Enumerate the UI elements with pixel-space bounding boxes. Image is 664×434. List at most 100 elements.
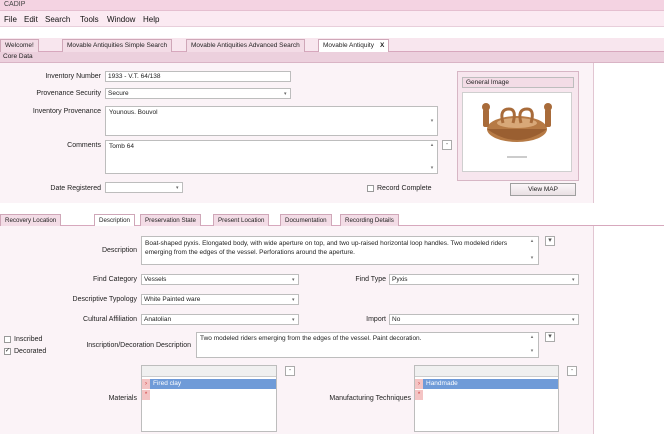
tab-label: Welcome! [5, 42, 34, 49]
close-icon[interactable]: X [380, 42, 384, 49]
description-field[interactable]: Boat-shaped pyxis. Elongated body, with … [141, 236, 539, 265]
tab-movable-antiquity[interactable]: Movable Antiquity X [318, 39, 390, 53]
minus-icon[interactable]: - [285, 366, 295, 376]
tab-present-location[interactable]: Present Location [213, 214, 270, 226]
inventory-number-field[interactable]: 1933 - V.T. 64/138 [105, 71, 291, 82]
menu-bar: File Edit Search Tools Window Help [0, 11, 664, 27]
view-map-button[interactable]: View MAP [510, 183, 576, 196]
list-item[interactable]: Fired clay [150, 379, 276, 389]
general-image-header: General Image [462, 77, 574, 88]
tab-label: Movable Antiquities Simple Search [67, 42, 168, 49]
provenance-security-select[interactable]: Secure [105, 88, 291, 99]
tab-label: Recovery Location [5, 217, 57, 224]
scroll-down-icon[interactable]: ▾ [528, 348, 536, 355]
manufacturing-techniques-label: Manufacturing Techniques [329, 395, 411, 402]
tab-simple-search[interactable]: Movable Antiquities Simple Search [62, 39, 173, 52]
date-registered-select[interactable] [105, 182, 183, 193]
find-type-select[interactable]: Pyxis [389, 274, 579, 285]
tab-label: Movable Antiquity [323, 42, 374, 49]
menu-file[interactable]: File [4, 15, 17, 24]
manufacturing-techniques-list[interactable]: › Handmade * [414, 365, 559, 432]
record-complete-checkbox[interactable] [367, 185, 374, 192]
comments-field[interactable]: Tomb 64 [105, 140, 438, 174]
record-complete-label: Record Complete [377, 185, 432, 192]
inventory-provenance-label: Inventory Provenance [32, 108, 101, 115]
tab-documentation[interactable]: Documentation [280, 214, 332, 226]
app-title: CADIP [4, 1, 26, 8]
title-bar: CADIP [0, 0, 664, 11]
tab-preservation-state[interactable]: Preservation State [140, 214, 201, 226]
chevron-down-icon[interactable]: ▾ [284, 91, 287, 97]
decorated-label: Decorated [14, 348, 47, 355]
tab-recovery-location[interactable]: Recovery Location [0, 214, 62, 226]
core-data-header: Core Data [0, 52, 664, 63]
tab-recording-details[interactable]: Recording Details [340, 214, 399, 226]
menu-search[interactable]: Search [45, 15, 70, 24]
tab-label: Movable Antiquities Advanced Search [191, 42, 300, 49]
date-registered-label: Date Registered [50, 185, 101, 192]
comments-label: Comments [67, 142, 101, 149]
chevron-down-icon[interactable]: ▾ [545, 236, 555, 246]
list-item[interactable]: Handmade [423, 379, 558, 389]
minus-icon[interactable]: - [442, 140, 452, 150]
scroll-down-icon[interactable]: ▾ [428, 165, 436, 172]
find-category-label: Find Category [93, 276, 137, 283]
general-image-frame [462, 92, 572, 172]
chevron-down-icon[interactable]: ▾ [176, 185, 179, 191]
row-marker-icon: › [142, 379, 150, 389]
chevron-down-icon[interactable]: ▾ [572, 277, 575, 283]
chevron-down-icon[interactable]: ▾ [572, 317, 575, 323]
inscription-description-field[interactable]: Two modeled riders emerging from the edg… [196, 332, 539, 358]
cultural-affiliation-select[interactable]: Anatolian [141, 314, 299, 325]
import-label: Import [366, 316, 386, 323]
row-marker-icon: › [415, 379, 423, 389]
chevron-down-icon[interactable]: ▾ [292, 317, 295, 323]
import-select[interactable]: No [389, 314, 579, 325]
descriptive-typology-label: Descriptive Typology [72, 296, 137, 303]
tab-welcome[interactable]: Welcome! [0, 39, 39, 52]
tab-label: Recording Details [345, 217, 394, 224]
tab-label: Documentation [285, 217, 327, 224]
menu-window[interactable]: Window [107, 15, 135, 24]
record-subtab-bar: Recovery Location Description Preservati… [0, 214, 664, 226]
document-tab-bar: Welcome! Movable Antiquities Simple Sear… [0, 38, 664, 53]
tab-label: Preservation State [145, 217, 196, 224]
list-header [142, 366, 276, 377]
menu-help[interactable]: Help [143, 15, 159, 24]
inscribed-checkbox[interactable] [4, 336, 11, 343]
description-label: Description [101, 247, 137, 254]
scroll-up-icon[interactable]: ▴ [528, 238, 536, 245]
list-header [415, 366, 558, 377]
chevron-down-icon[interactable]: ▾ [545, 332, 555, 342]
provenance-security-label: Provenance Security [36, 90, 101, 97]
minus-icon[interactable]: - [567, 366, 577, 376]
tab-label: Present Location [218, 217, 265, 224]
find-type-label: Find Type [355, 276, 386, 283]
scroll-down-icon[interactable]: ▾ [428, 118, 436, 125]
decorated-checkbox[interactable]: ✓ [4, 348, 11, 355]
inventory-number-label: Inventory Number [45, 73, 101, 80]
inscription-description-label: Inscription/Decoration Description [86, 342, 191, 349]
new-row-icon[interactable]: * [415, 390, 423, 400]
materials-list[interactable]: › Fired clay * [141, 365, 277, 432]
descriptive-typology-select[interactable]: White Painted ware [141, 294, 299, 305]
menu-tools[interactable]: Tools [80, 15, 99, 24]
chevron-down-icon[interactable]: ▾ [292, 277, 295, 283]
right-margin [594, 63, 664, 434]
find-category-select[interactable]: Vessels [141, 274, 299, 285]
chevron-down-icon[interactable]: ▾ [292, 297, 295, 303]
materials-label: Materials [108, 395, 137, 402]
inventory-provenance-field[interactable]: Younous. Bouvol [105, 106, 438, 136]
cultural-affiliation-label: Cultural Affiliation [83, 316, 137, 323]
tab-description[interactable]: Description [94, 214, 135, 226]
tab-label: Description [99, 217, 130, 224]
pyxis-image [482, 103, 552, 158]
inscribed-label: Inscribed [14, 336, 43, 343]
scroll-up-icon[interactable]: ▴ [528, 334, 536, 341]
tab-advanced-search[interactable]: Movable Antiquities Advanced Search [186, 39, 305, 52]
scroll-up-icon[interactable]: ▴ [428, 142, 436, 149]
menu-edit[interactable]: Edit [24, 15, 38, 24]
section-title: Core Data [3, 53, 33, 60]
scroll-down-icon[interactable]: ▾ [528, 255, 536, 262]
new-row-icon[interactable]: * [142, 390, 150, 400]
